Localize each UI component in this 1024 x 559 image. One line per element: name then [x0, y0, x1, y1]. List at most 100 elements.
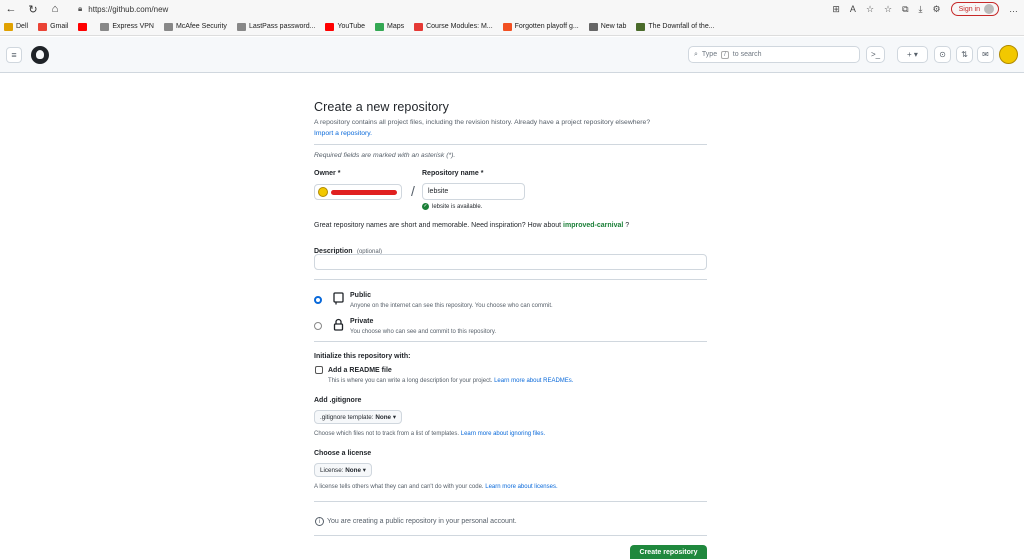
search-icon: ⌕: [694, 50, 698, 58]
download-icon[interactable]: ⤓: [919, 4, 923, 15]
issues-icon[interactable]: ⊙: [934, 46, 951, 63]
collections-icon[interactable]: ⧉: [902, 4, 908, 15]
favorite-star-icon[interactable]: ☆: [866, 4, 874, 15]
apps-icon[interactable]: ⊞: [832, 4, 840, 15]
search-shortcut-key: /: [721, 50, 729, 59]
create-repository-label: Create repository: [639, 548, 698, 556]
license-desc-text: A license tells others what they can and…: [314, 484, 484, 490]
hamburger-menu-icon[interactable]: ≡: [6, 47, 22, 63]
bookmarks-bar: Dell Gmail Express VPN McAfee Security LastP…: [0, 18, 1024, 36]
bookmark-label: Forgotten playoff g...: [514, 23, 579, 30]
bookmark-item[interactable]: [78, 22, 90, 31]
back-icon[interactable]: ←: [0, 0, 22, 18]
license-learn-more-link[interactable]: Learn more about licenses.: [485, 484, 557, 490]
license-select[interactable]: License: None ▾: [314, 463, 372, 477]
private-title: Private: [350, 318, 374, 325]
public-notice-text: You are creating a public repository in …: [327, 518, 517, 525]
bookmark-item[interactable]: Dell: [4, 22, 28, 31]
bookmark-label: Course Modules: M...: [426, 23, 493, 30]
divider: [314, 535, 707, 536]
bookmark-item[interactable]: New tab: [588, 22, 627, 31]
repo-name-input[interactable]: lebsite: [422, 183, 525, 200]
init-heading: Initialize this repository with:: [314, 353, 411, 360]
create-repository-button[interactable]: Create repository: [630, 545, 707, 559]
search-input[interactable]: ⌕ Type / to search: [688, 46, 860, 63]
bookmark-item[interactable]: Gmail: [38, 22, 69, 31]
bookmark-item[interactable]: YouTube: [325, 22, 365, 31]
more-menu-icon[interactable]: …: [1009, 4, 1018, 14]
favorites-icon[interactable]: ☆: [884, 4, 892, 15]
bookmark-item[interactable]: McAfee Security: [163, 22, 227, 31]
bookmark-label: New tab: [600, 23, 627, 30]
inspiration-end: ?: [625, 222, 630, 229]
public-title: Public: [350, 292, 372, 299]
public-notice: i You are creating a public repository i…: [315, 517, 517, 526]
signin-label: Sign in: [958, 5, 980, 13]
github-logo-icon[interactable]: [31, 46, 49, 64]
inspiration-sentence: Great repository names are short and mem…: [314, 222, 562, 229]
private-description: You choose who can see and commit to thi…: [350, 329, 497, 335]
description-input[interactable]: [314, 254, 707, 270]
bookmark-favicon-icon: [502, 22, 512, 31]
owner-select[interactable]: [314, 184, 402, 200]
readme-learn-more-link[interactable]: Learn more about READMEs.: [494, 378, 573, 384]
owner-avatar: [318, 187, 328, 197]
url-text: https://github.com/new: [88, 4, 169, 14]
suggested-name-link[interactable]: improved-carnival: [563, 222, 623, 229]
bookmark-label: Gmail: [50, 23, 69, 30]
divider: [314, 144, 707, 145]
bookmark-item[interactable]: The Downfall of the...: [636, 22, 715, 31]
public-radio[interactable]: [314, 296, 322, 304]
gitignore-learn-more-link[interactable]: Learn more about ignoring files.: [461, 431, 545, 437]
bookmark-label: The Downfall of the...: [648, 23, 715, 30]
create-new-button[interactable]: + ▾: [897, 46, 928, 63]
gitignore-select-value: None: [375, 413, 392, 421]
gitignore-desc-text: Choose which files not to track from a l…: [314, 431, 460, 437]
readme-desc-text: This is where you can write a long descr…: [328, 378, 493, 384]
extension-icon[interactable]: ⚙: [933, 4, 941, 15]
repo-name-label: Repository name *: [422, 170, 484, 177]
bookmark-item[interactable]: Maps: [374, 22, 404, 31]
bookmark-label: YouTube: [337, 23, 365, 30]
bookmark-item[interactable]: Forgotten playoff g...: [502, 22, 579, 31]
gitignore-heading: Add .gitignore: [314, 397, 362, 404]
inbox-icon[interactable]: ✉: [977, 46, 994, 63]
import-repo-link[interactable]: Import a repository.: [314, 130, 372, 137]
bookmark-item[interactable]: Express VPN: [100, 22, 154, 31]
divider: [314, 501, 707, 502]
bookmark-item[interactable]: Course Modules: M...: [414, 22, 493, 31]
lock-icon: 🔒︎: [78, 4, 83, 13]
bookmark-favicon-icon: [38, 22, 48, 31]
gitignore-template-select[interactable]: .gitignore template: None ▾: [314, 410, 402, 424]
license-description: A license tells others what they can and…: [314, 484, 558, 490]
bookmark-favicon-icon: [78, 22, 88, 31]
owner-label: Owner *: [314, 170, 341, 177]
license-select-value: None: [345, 466, 361, 474]
signin-button[interactable]: Sign in: [950, 2, 999, 16]
required-note: Required fields are marked with an aster…: [314, 152, 456, 159]
readme-label: Add a README file: [328, 367, 392, 374]
profile-avatar-icon: [984, 4, 994, 14]
readme-checkbox[interactable]: [315, 366, 323, 374]
private-radio[interactable]: [314, 322, 322, 330]
bookmark-item[interactable]: LastPass password...: [236, 22, 316, 31]
bookmark-label: LastPass password...: [248, 23, 316, 30]
home-icon[interactable]: ⌂: [44, 0, 66, 18]
gitignore-description: Choose which files not to track from a l…: [314, 431, 545, 437]
page-title: Create a new repository: [314, 100, 450, 114]
bookmark-favicon-icon: [636, 22, 646, 31]
inspiration-text: Great repository names are short and mem…: [314, 220, 629, 231]
user-avatar[interactable]: [999, 45, 1018, 64]
bookmark-favicon-icon: [236, 22, 246, 31]
command-palette-icon[interactable]: >_: [866, 46, 885, 63]
readme-description: This is where you can write a long descr…: [328, 378, 573, 384]
bookmark-label: Express VPN: [112, 23, 154, 30]
read-aloud-icon[interactable]: A: [850, 4, 856, 14]
pull-requests-icon[interactable]: ⇅: [956, 46, 973, 63]
browser-right-icons: ⊞ A ☆ ☆ ⧉ ⤓ ⚙ Sign in …: [832, 1, 1018, 17]
refresh-icon[interactable]: ↻: [22, 0, 44, 18]
search-placeholder-suffix: to search: [732, 51, 762, 58]
search-placeholder: Type: [701, 51, 718, 58]
address-bar[interactable]: 🔒︎ https://github.com/new: [78, 2, 768, 16]
bookmark-favicon-icon: [325, 22, 335, 31]
